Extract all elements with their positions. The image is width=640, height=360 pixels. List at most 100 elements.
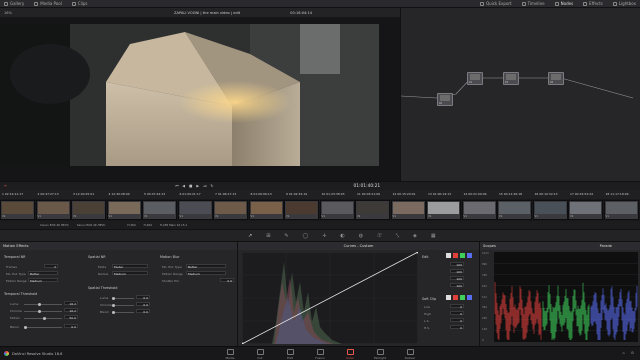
- curves-graph[interactable]: [242, 252, 418, 344]
- chroma-field[interactable]: 16.2: [64, 308, 78, 313]
- blue-channel-button[interactable]: [467, 295, 472, 300]
- clip-thumbnail[interactable]: V1: [426, 200, 461, 220]
- slider-knob[interactable]: [43, 317, 46, 320]
- slider-knob[interactable]: [38, 310, 41, 313]
- clip-thumbnail[interactable]: V1: [248, 200, 284, 220]
- clip-thumbnail[interactable]: V1: [568, 200, 603, 220]
- zoom-dropdown[interactable]: 16%: [4, 11, 44, 15]
- mo-est-type-dropdown[interactable]: Better: [186, 264, 226, 269]
- sizing-icon[interactable]: ⤡: [395, 233, 399, 239]
- clip-thumbnail[interactable]: V1: [71, 200, 106, 220]
- luma-slider[interactable]: [112, 297, 134, 300]
- blur-icon[interactable]: ◍: [359, 233, 363, 239]
- clip-thumbnails-strip[interactable]: V1 V1 V1 V1 V1 V1 V1 V1 V1 V1 V1 V1 V1 V1 V1 V1 V1 V1: [0, 199, 640, 221]
- curves-tool-icon[interactable]: ↗: [248, 233, 252, 239]
- clip-thumbnail[interactable]: V1: [0, 200, 35, 220]
- high-field[interactable]: 0: [450, 311, 464, 316]
- luma-field[interactable]: 16.2: [64, 301, 78, 306]
- high-soft-field[interactable]: 0: [450, 325, 464, 330]
- blend-slider[interactable]: [112, 311, 134, 314]
- node-02[interactable]: 02: [437, 93, 453, 106]
- key-icon[interactable]: ⚿: [377, 233, 381, 239]
- motion-range-dropdown[interactable]: Medium: [186, 271, 226, 276]
- clip-thumbnail[interactable]: V1: [177, 200, 213, 220]
- luma-channel-button[interactable]: [446, 295, 451, 300]
- clip-thumbnail[interactable]: V1: [35, 200, 71, 220]
- quick-export-button[interactable]: Quick Export: [479, 1, 512, 6]
- blend-field[interactable]: 0.0: [136, 309, 150, 314]
- stop-button[interactable]: ■: [189, 184, 192, 188]
- loop-button[interactable]: ↻: [210, 184, 213, 188]
- clip-thumbnail[interactable]: V1: [603, 200, 639, 220]
- slider-knob[interactable]: [112, 297, 115, 300]
- luma-channel-button[interactable]: [446, 253, 451, 258]
- low-field[interactable]: 0: [450, 304, 464, 309]
- node-04[interactable]: 04: [548, 72, 564, 85]
- 3d-icon[interactable]: ◈: [413, 233, 417, 239]
- first-frame-button[interactable]: ⏮: [175, 184, 178, 188]
- chroma-slider[interactable]: [24, 310, 62, 313]
- edit-value-field[interactable]: 100: [450, 276, 464, 281]
- mode-dropdown[interactable]: Faster: [112, 264, 148, 269]
- play-button[interactable]: ▶: [196, 184, 199, 188]
- lightbox-button[interactable]: Lightbox: [612, 1, 636, 6]
- page-tab-fusion[interactable]: Fusion: [310, 349, 330, 360]
- clip-thumbnail[interactable]: V1: [497, 200, 532, 220]
- gallery-button[interactable]: Gallery: [4, 1, 24, 6]
- scope-mode-dropdown[interactable]: Parade: [600, 244, 612, 248]
- blend-field[interactable]: 0.0: [64, 324, 78, 329]
- green-channel-button[interactable]: [460, 295, 465, 300]
- blend-slider[interactable]: [24, 326, 62, 329]
- clip-thumbnail[interactable]: V1: [213, 200, 248, 220]
- page-tab-fairlight[interactable]: Fairlight: [370, 349, 390, 360]
- slider-knob[interactable]: [24, 326, 27, 329]
- red-channel-button[interactable]: [453, 253, 458, 258]
- window-icon[interactable]: ◯: [303, 233, 309, 239]
- clip-thumbnail[interactable]: V1: [106, 200, 142, 220]
- clip-thumbnail[interactable]: V1: [390, 200, 426, 220]
- node-01[interactable]: 01: [467, 72, 483, 85]
- luma-slider[interactable]: [24, 303, 62, 306]
- frames-dropdown[interactable]: 2: [44, 264, 58, 269]
- clips-button[interactable]: Clips: [71, 1, 87, 6]
- low-soft-field[interactable]: 0: [450, 318, 464, 323]
- tracker-icon[interactable]: ✛: [322, 233, 326, 239]
- timeline-button[interactable]: Timeline: [521, 1, 545, 6]
- blue-channel-button[interactable]: [467, 253, 472, 258]
- clip-thumbnail[interactable]: V1: [284, 200, 319, 220]
- viewer[interactable]: [0, 17, 400, 181]
- effects-button[interactable]: Effects: [583, 1, 603, 6]
- page-tab-edit[interactable]: Edit: [280, 349, 300, 360]
- edit-value-field[interactable]: 100: [450, 262, 464, 267]
- media-pool-button[interactable]: Media Pool: [34, 1, 62, 6]
- scope-icon[interactable]: ▦: [431, 233, 436, 239]
- page-tab-cut[interactable]: Cut: [250, 349, 270, 360]
- clip-thumbnail[interactable]: V1: [319, 200, 355, 220]
- page-tab-color[interactable]: Color: [340, 349, 360, 360]
- edit-value-field[interactable]: 100: [450, 283, 464, 288]
- chroma-field[interactable]: 0.0: [136, 302, 150, 307]
- reverse-button[interactable]: ◀: [182, 184, 185, 188]
- shutter-pct-field[interactable]: 0.0: [220, 278, 234, 283]
- motion-range-dropdown[interactable]: Medium: [28, 278, 58, 283]
- red-channel-button[interactable]: [453, 295, 458, 300]
- color-warper-icon[interactable]: ⊞: [266, 233, 270, 239]
- clip-thumbnail[interactable]: V1: [355, 200, 390, 220]
- slider-knob[interactable]: [38, 303, 41, 306]
- settings-icon[interactable]: ⚙: [631, 351, 634, 355]
- mo-est-type-dropdown[interactable]: Better: [28, 271, 58, 276]
- green-channel-button[interactable]: [460, 253, 465, 258]
- edit-value-field[interactable]: 100: [450, 269, 464, 274]
- node-03[interactable]: 03: [503, 72, 519, 85]
- slider-knob[interactable]: [112, 304, 115, 307]
- luma-field[interactable]: 0.0: [136, 295, 150, 300]
- clip-thumbnail[interactable]: V1: [142, 200, 177, 220]
- home-icon[interactable]: ⌂: [622, 351, 624, 355]
- page-tab-media[interactable]: Media: [220, 349, 240, 360]
- slider-knob[interactable]: [112, 311, 115, 314]
- last-frame-button[interactable]: ⏭: [203, 184, 206, 188]
- clip-thumbnail[interactable]: V1: [532, 200, 568, 220]
- node-editor[interactable]: 02 01 03 04: [400, 8, 640, 181]
- page-tab-deliver[interactable]: Deliver: [400, 349, 420, 360]
- radius-dropdown[interactable]: Medium: [112, 271, 148, 276]
